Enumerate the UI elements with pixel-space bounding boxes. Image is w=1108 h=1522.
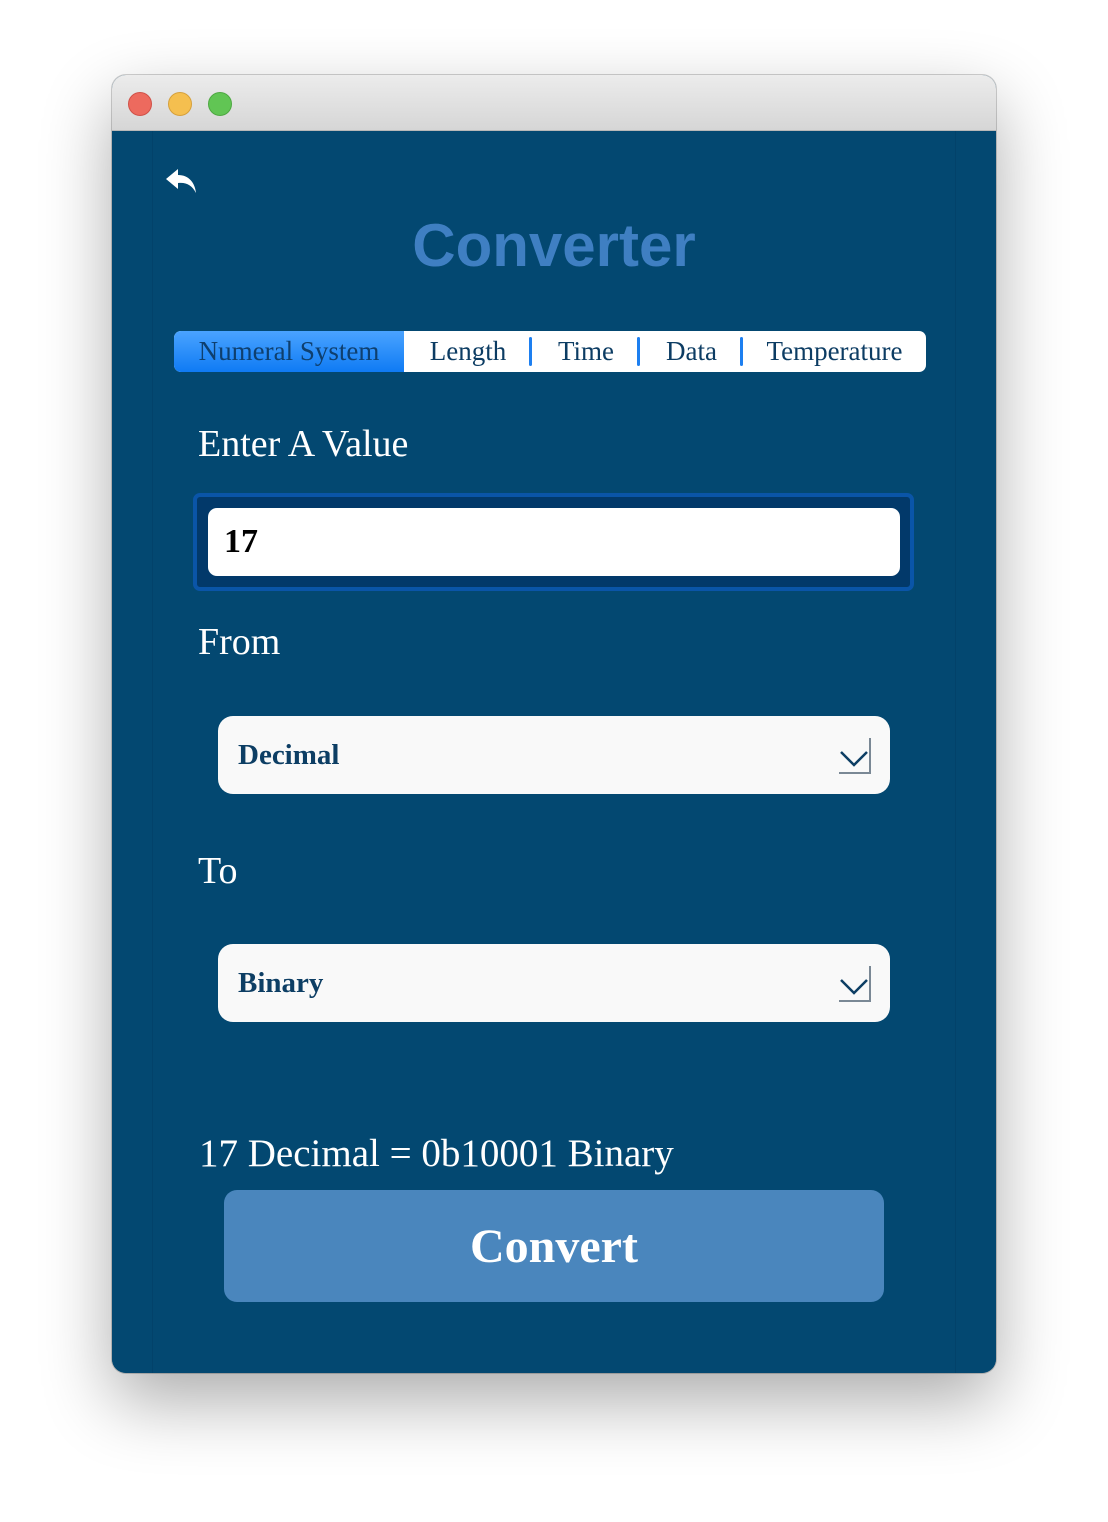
conversion-result: 17 Decimal = 0b10001 Binary bbox=[199, 1132, 674, 1175]
value-input[interactable] bbox=[208, 508, 900, 576]
tab-label: Numeral System bbox=[198, 336, 380, 366]
category-tabs: Numeral System Length Time Data Temperat… bbox=[174, 331, 926, 372]
close-window-button[interactable] bbox=[128, 92, 152, 116]
chevron-down-icon bbox=[837, 736, 871, 774]
app-window: Converter Numeral System Length Time Dat… bbox=[112, 75, 996, 1373]
from-label: From bbox=[198, 621, 281, 663]
tab-time[interactable]: Time bbox=[532, 331, 640, 372]
from-select[interactable]: Decimal bbox=[218, 716, 890, 794]
tab-numeral-system[interactable]: Numeral System bbox=[174, 331, 404, 372]
tab-label: Time bbox=[557, 336, 615, 366]
back-arrow-icon[interactable] bbox=[162, 161, 202, 201]
tab-label: Temperature bbox=[766, 336, 903, 366]
title-bar[interactable] bbox=[112, 75, 996, 131]
value-label: Enter A Value bbox=[198, 423, 409, 465]
minimize-window-button[interactable] bbox=[168, 92, 192, 116]
to-select-value: Binary bbox=[238, 967, 324, 999]
tab-label: Data bbox=[666, 336, 717, 366]
tab-data[interactable]: Data bbox=[640, 331, 743, 372]
tab-length[interactable]: Length bbox=[404, 331, 532, 372]
page-title: Converter bbox=[412, 212, 696, 279]
tab-temperature[interactable]: Temperature bbox=[743, 331, 926, 372]
convert-button[interactable]: Convert bbox=[224, 1190, 884, 1302]
from-select-value: Decimal bbox=[238, 739, 340, 771]
to-label: To bbox=[198, 850, 238, 892]
zoom-window-button[interactable] bbox=[208, 92, 232, 116]
chevron-down-icon bbox=[837, 964, 871, 1002]
converter-view: Converter Numeral System Length Time Dat… bbox=[112, 131, 996, 1373]
tab-label: Length bbox=[429, 336, 507, 366]
to-select[interactable]: Binary bbox=[218, 944, 890, 1022]
